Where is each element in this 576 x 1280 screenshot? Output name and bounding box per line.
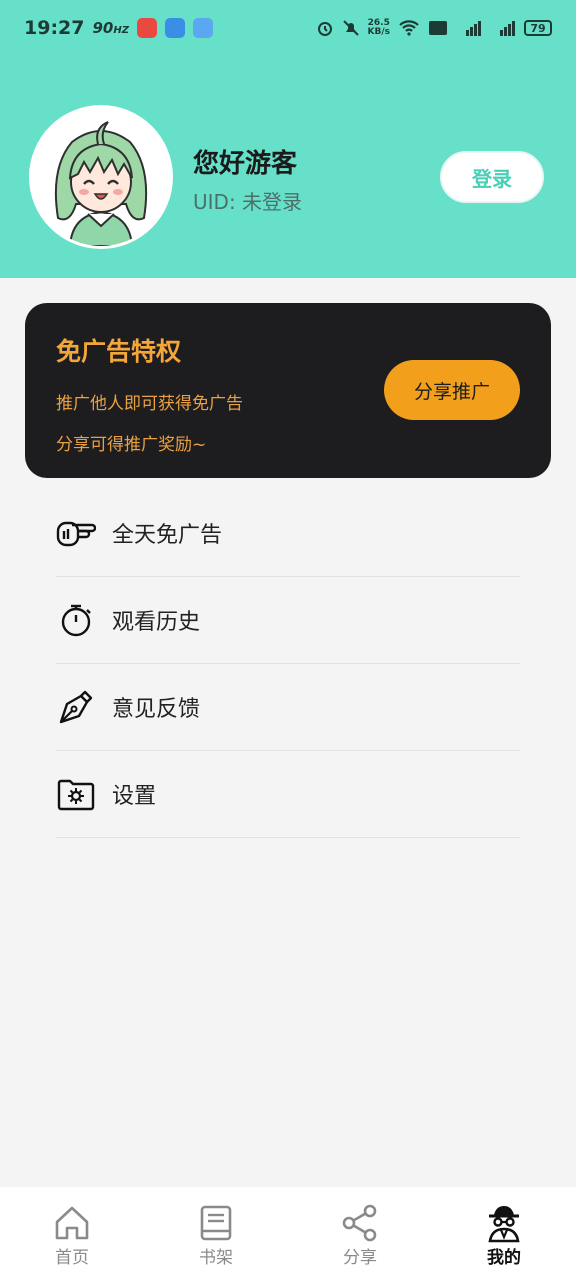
avatar[interactable] [32, 108, 170, 246]
menu-item-ad-free[interactable]: 全天免广告 [56, 490, 520, 577]
tab-label: 我的 [487, 1248, 521, 1268]
promo-title: 免广告特权 [56, 337, 182, 366]
signal-icon-2 [500, 21, 515, 36]
tab-label: 书架 [199, 1248, 233, 1268]
tab-share[interactable]: 分享 [288, 1187, 432, 1280]
home-icon [55, 1206, 89, 1240]
shield-icon [192, 18, 213, 38]
book-icon [200, 1205, 232, 1241]
pointing-hand-icon [56, 513, 96, 553]
avatar-image [32, 108, 170, 246]
tab-bookshelf[interactable]: 书架 [144, 1187, 288, 1280]
refresh-rate: 90HZ [92, 19, 129, 37]
menu-item-label: 意见反馈 [112, 697, 201, 722]
status-bar: 19:27 90HZ 26.5 KB/s 79 [0, 0, 576, 56]
tab-mine[interactable]: 我的 [432, 1187, 576, 1280]
login-button[interactable]: 登录 [440, 151, 544, 203]
promo-description-1: 推广他人即可获得免广告 [56, 394, 243, 414]
profile-header: 19:27 90HZ 26.5 KB/s 79 您好游客 UID: 未登录 登录 [0, 0, 576, 278]
alarm-icon [317, 22, 332, 36]
mute-bell-icon [342, 20, 359, 36]
user-uid: UID: 未登录 [193, 190, 303, 214]
tab-label: 首页 [55, 1248, 89, 1268]
signal-icon-1 [466, 21, 481, 36]
hd-icon [429, 21, 447, 35]
menu-item-label: 观看历史 [112, 610, 201, 635]
tab-label: 分享 [343, 1248, 377, 1268]
share-icon [342, 1204, 377, 1242]
menu-item-feedback[interactable]: 意见反馈 [56, 664, 520, 751]
tab-home[interactable]: 首页 [0, 1187, 144, 1280]
share-promote-button[interactable]: 分享推广 [384, 360, 520, 420]
promo-description-2: 分享可得推广奖励~ [56, 435, 207, 455]
menu-item-label: 全天免广告 [112, 523, 223, 548]
pen-nib-icon [56, 687, 96, 727]
bottom-tab-bar: 首页 书架 分享 我的 [0, 1187, 576, 1280]
menu-item-history[interactable]: 观看历史 [56, 577, 520, 664]
incognito-user-icon [488, 1206, 520, 1243]
menu-item-label: 设置 [112, 784, 157, 809]
stopwatch-icon [56, 600, 96, 640]
folder-gear-icon [56, 774, 96, 814]
user-greeting: 您好游客 [193, 149, 298, 179]
status-time: 19:27 [24, 17, 85, 39]
download-icon [164, 18, 185, 38]
net-speed: 26.5 KB/s [367, 18, 390, 37]
settings-menu: 全天免广告 观看历史 意见反馈 设置 [56, 490, 520, 838]
wifi-icon [399, 20, 419, 36]
menu-item-settings[interactable]: 设置 [56, 751, 520, 838]
battery-indicator: 79 [524, 20, 552, 36]
app-notification-icon [136, 18, 157, 38]
ad-free-promo-card: 免广告特权 推广他人即可获得免广告 分享可得推广奖励~ 分享推广 [25, 303, 551, 478]
